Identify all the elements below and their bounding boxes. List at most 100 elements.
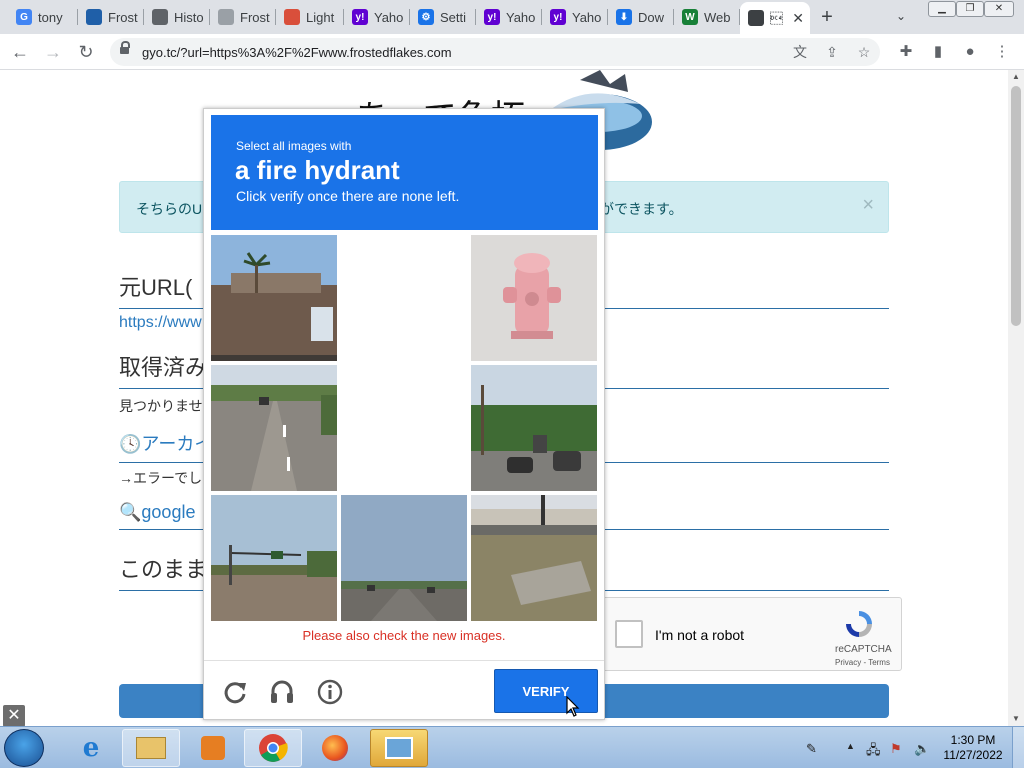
tab-10[interactable]: W Web	[674, 4, 740, 30]
url-text[interactable]: gyo.tc/?url=https%3A%2F%2Fwww.frostedfla…	[142, 45, 452, 60]
gear-icon: ⚙	[418, 9, 434, 25]
tab-6[interactable]: ⚙ Setti	[410, 4, 476, 30]
tab-9[interactable]: ⬇ Dow	[608, 4, 674, 30]
share-icon[interactable]: ⇪	[822, 42, 842, 62]
lock-icon[interactable]	[120, 41, 130, 56]
tab-label: Yaho	[374, 9, 404, 25]
tab-label: Dow	[638, 9, 665, 25]
image-tile-loading[interactable]	[341, 235, 467, 361]
tab-4[interactable]: Light	[276, 4, 344, 30]
photo-viewer-icon[interactable]	[370, 729, 428, 767]
tab-label: Setti	[440, 9, 467, 25]
recaptcha-logo-icon	[846, 611, 872, 637]
tab-label: tony	[38, 9, 63, 25]
volume-icon[interactable]: 🔈	[914, 741, 930, 757]
error-text: →エラーでし	[119, 470, 203, 486]
alert-close-icon[interactable]: ×	[862, 194, 874, 217]
scroll-down-icon[interactable]: ▼	[1012, 714, 1020, 723]
not-found-text: 見つかりませ	[119, 398, 203, 414]
image-tile[interactable]	[471, 365, 597, 491]
image-tile[interactable]	[211, 235, 337, 361]
profile-avatar-icon[interactable]: ●	[958, 40, 982, 64]
back-icon[interactable]: ←	[8, 40, 32, 64]
tab-5[interactable]: y! Yaho	[344, 4, 410, 30]
image-tile-hydrant[interactable]	[471, 235, 597, 361]
action-center-flag-icon[interactable]: ⚑	[890, 741, 902, 757]
tab-label: Yaho	[572, 9, 602, 25]
info-icon[interactable]	[317, 679, 343, 705]
media-player-icon[interactable]	[184, 729, 242, 767]
original-url-link[interactable]: https://www	[119, 314, 202, 332]
tab-search-chevron-icon[interactable]: ⌄	[896, 9, 906, 23]
challenge-footer: VERIFY	[204, 660, 604, 720]
not-robot-label: I'm not a robot	[655, 627, 745, 643]
bookmark-star-icon[interactable]: ☆	[854, 42, 874, 62]
tab-7[interactable]: y! Yaho	[476, 4, 542, 30]
minimize-button[interactable]: ▁	[928, 1, 956, 17]
window-close-button[interactable]: ✕	[984, 1, 1014, 17]
tab-label: Frost	[108, 9, 138, 25]
pen-input-icon[interactable]: ✎	[806, 741, 817, 757]
alert-text: そちらのU	[136, 201, 203, 217]
tab-8[interactable]: y! Yaho	[542, 4, 608, 30]
page-scrollbar[interactable]: ▲ ▼	[1008, 70, 1024, 726]
image-tile-loading[interactable]	[341, 365, 467, 491]
chrome-icon[interactable]	[244, 729, 302, 767]
shirt-icon	[218, 9, 234, 25]
frosted-flakes-icon	[86, 9, 102, 25]
challenge-header: Select all images with a fire hydrant Cl…	[211, 115, 598, 230]
firefox-icon[interactable]	[306, 729, 364, 767]
recaptcha-widget: I'm not a robot reCAPTCHA Privacy - Term…	[598, 597, 902, 671]
tab-label: Histo	[174, 9, 204, 25]
tab-3[interactable]: Frost	[210, 4, 276, 30]
taskbar-clock[interactable]: 1:30 PM 11/27/2022	[940, 733, 1006, 763]
image-tile[interactable]	[211, 365, 337, 491]
reload-challenge-icon[interactable]	[222, 679, 248, 705]
tab-2[interactable]: Histo	[144, 4, 210, 30]
challenge-instruction: Select all images with	[236, 139, 352, 153]
challenge-subtext: Click verify once there are none left.	[236, 188, 460, 204]
bird-icon	[748, 10, 764, 26]
clock-date: 11/27/2022	[943, 748, 1003, 762]
tab-label: Light	[306, 9, 335, 25]
recaptcha-brand: reCAPTCHA	[835, 644, 892, 655]
file-explorer-icon[interactable]	[122, 729, 180, 767]
google-icon: G	[16, 9, 32, 25]
side-panel-icon[interactable]: ▮	[926, 40, 950, 64]
web-icon: W	[682, 9, 698, 25]
scroll-thumb[interactable]	[1011, 86, 1021, 326]
scroll-up-icon[interactable]: ▲	[1012, 72, 1020, 81]
tab-close-icon[interactable]: ✕	[792, 10, 804, 27]
tab-0[interactable]: Gtony	[8, 4, 78, 30]
not-robot-checkbox[interactable]	[615, 620, 643, 648]
mouse-cursor-icon	[566, 696, 580, 717]
image-tile[interactable]	[471, 495, 597, 621]
tab-1[interactable]: Frost	[78, 4, 144, 30]
audio-challenge-headphones-icon[interactable]	[269, 679, 295, 705]
maximize-button[interactable]: ❐	[956, 1, 984, 17]
bulb-icon	[284, 9, 300, 25]
new-tab-button[interactable]: +	[816, 6, 838, 29]
recaptcha-terms-link[interactable]: Privacy - Terms	[835, 658, 890, 667]
menu-kebab-icon[interactable]: ⋮	[990, 40, 1014, 64]
verify-button[interactable]: VERIFY	[494, 669, 598, 713]
clock-time: 1:30 PM	[950, 733, 996, 747]
start-button[interactable]	[4, 729, 44, 767]
extensions-puzzle-icon[interactable]: ✚	[894, 40, 918, 64]
overlay-close-icon[interactable]: ✕	[3, 705, 25, 727]
forward-icon[interactable]: →	[41, 40, 65, 64]
address-bar[interactable]: gyo.tc/?url=https%3A%2F%2Fwww.frostedfla…	[110, 38, 880, 66]
internet-explorer-icon[interactable]: e	[62, 729, 120, 767]
tab-label: Frost	[240, 9, 270, 25]
tab-strip: Gtony Frost Histo Frost Light y! Yaho ⚙ Setti y! Y…	[0, 0, 1024, 34]
image-tile[interactable]	[211, 495, 337, 621]
show-desktop-button[interactable]	[1012, 727, 1024, 768]
yahoo-icon: y!	[484, 9, 500, 25]
download-icon: ⬇	[616, 9, 632, 25]
reload-icon[interactable]: ↻	[74, 40, 98, 64]
translate-icon[interactable]: 文	[790, 42, 810, 62]
tray-expand-icon[interactable]: ▲	[846, 741, 855, 751]
network-icon[interactable]: 🖧	[866, 741, 881, 763]
tab-11[interactable]:  ✕	[740, 2, 810, 34]
image-tile[interactable]	[341, 495, 467, 621]
